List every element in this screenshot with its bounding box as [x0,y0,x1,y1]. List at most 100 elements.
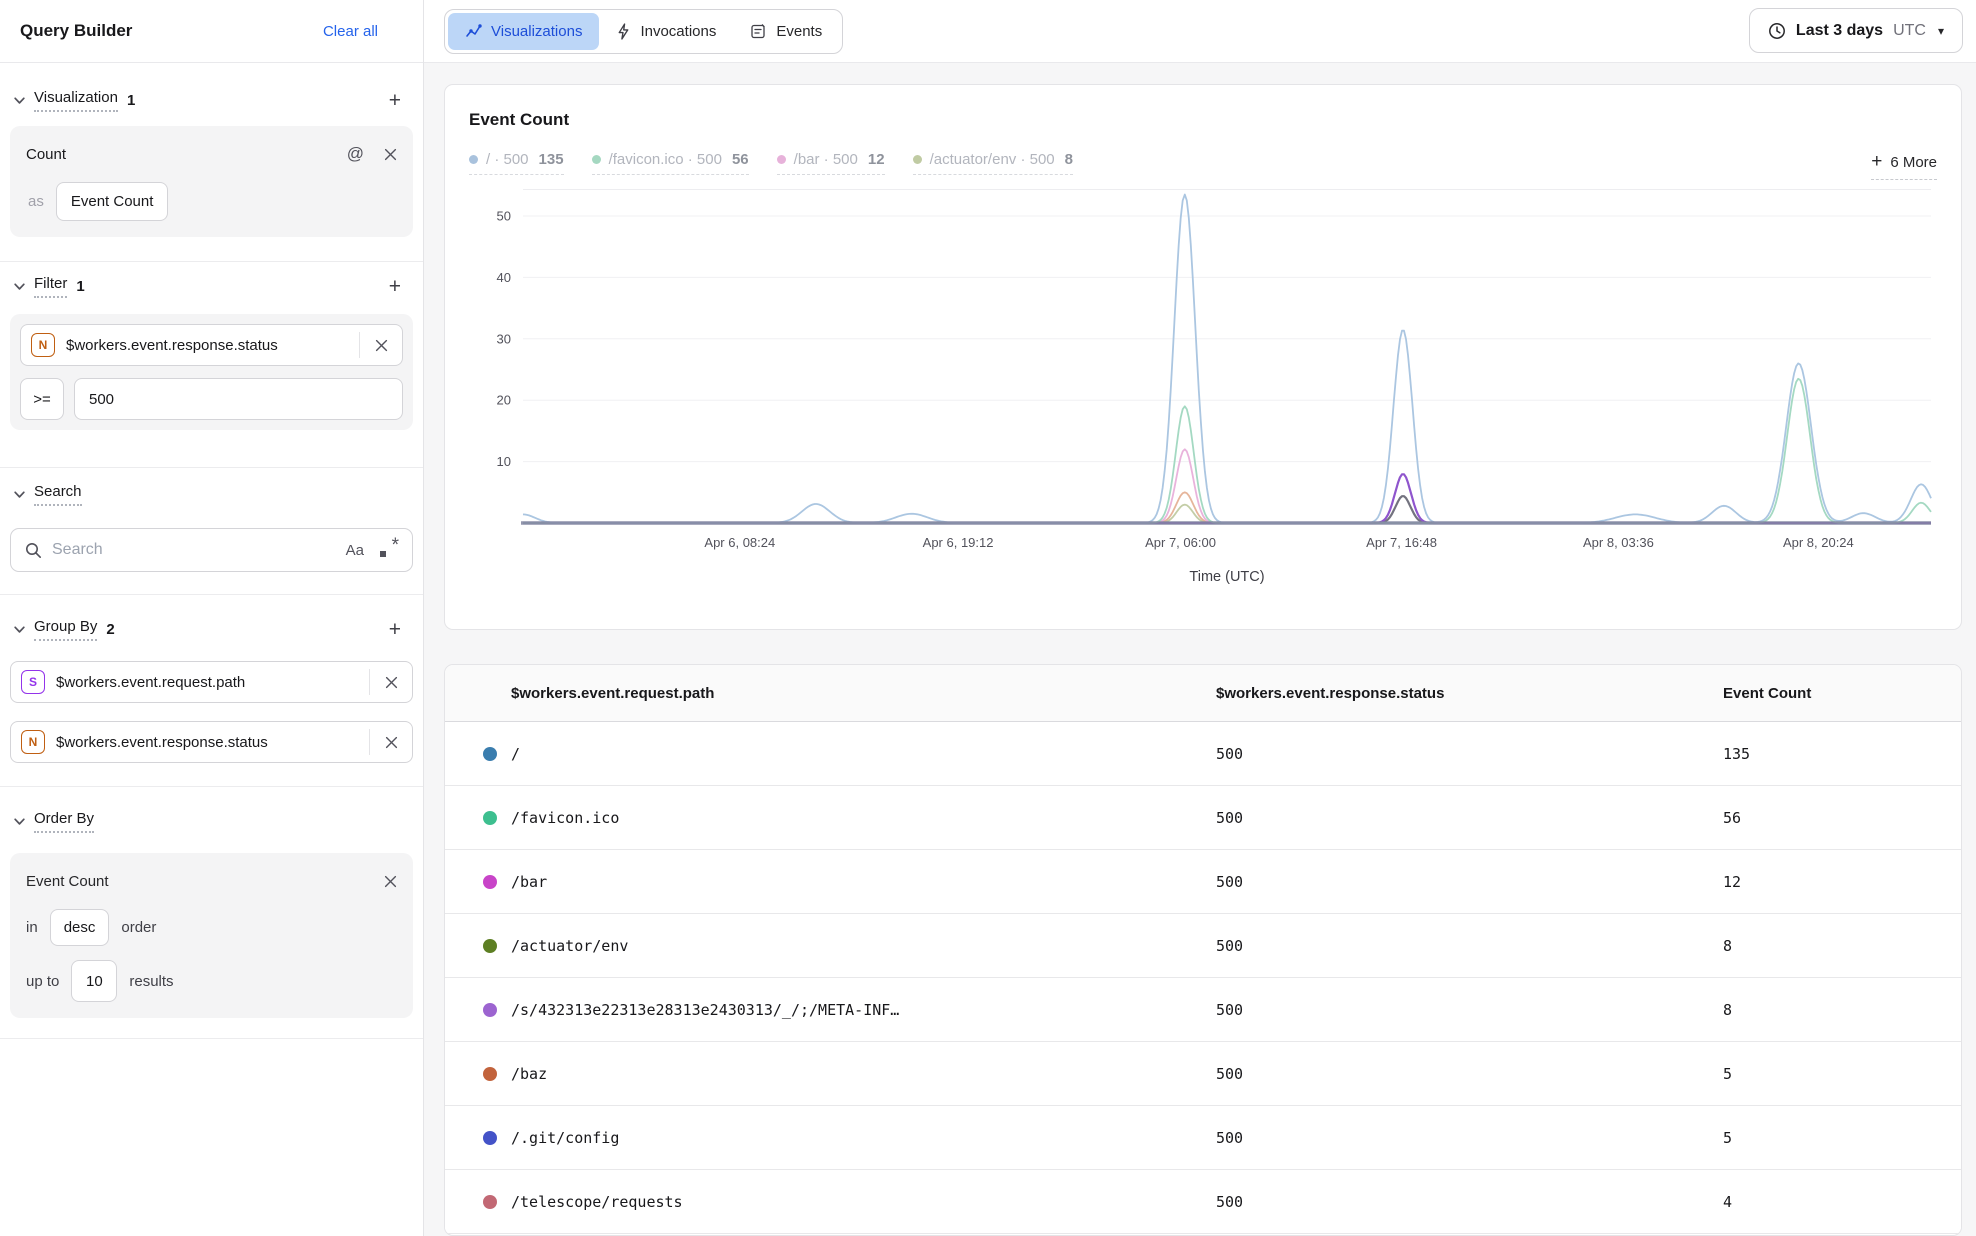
up-to-label: up to [26,973,59,990]
event-note-icon [750,23,767,40]
visualization-section-label[interactable]: Visualization [34,89,118,112]
chart-plot-area[interactable]: 1020304050Apr 6, 08:24Apr 6, 19:12Apr 7,… [469,189,1937,594]
sidebar-header: Query Builder Clear all [0,0,423,63]
chevron-down-icon[interactable] [12,487,26,501]
order-by-section-header: Order By [0,807,423,835]
search-section-label[interactable]: Search [34,483,82,506]
legend-label: / · 500 [486,151,529,168]
order-label: order [121,919,156,936]
visualization-count: 1 [127,92,135,109]
case-sensitive-icon[interactable]: Aa [346,542,364,559]
field-type-icon: N [21,730,45,754]
at-icon[interactable]: @ [347,144,364,164]
search-input[interactable] [52,541,346,559]
group-by-count: 2 [106,621,114,638]
chevron-down-icon[interactable] [12,814,26,828]
results-table-card: $workers.event.request.path $workers.eve… [444,664,1962,1236]
series-color-dot [592,155,601,164]
visualization-section-header: Visualization 1 + [0,86,423,114]
series-color-dot [483,747,497,761]
time-range-selector[interactable]: Last 3 days UTC ▾ [1749,8,1963,53]
table-row[interactable]: /telescope/requests 500 4 [445,1170,1961,1234]
legend-item[interactable]: /actuator/env · 500 8 [913,151,1073,175]
tab-visualizations[interactable]: Visualizations [448,13,599,50]
search-field: Aa * [10,528,413,572]
page-title: Query Builder [20,21,132,41]
search-section-header: Search [0,480,423,508]
visualization-card: Count @ as Event Count [10,126,413,237]
add-visualization-button[interactable]: + [389,90,401,111]
section-divider [0,786,423,787]
cell-request-path: /.git/config [511,1106,619,1170]
table-row[interactable]: / 500 135 [445,722,1961,786]
table-row[interactable]: /s/432313e22313e28313e2430313/_/;/META-I… [445,978,1961,1042]
filter-operator-select[interactable]: >= [20,378,64,420]
remove-group-by-icon[interactable] [370,722,412,762]
filter-card: N $workers.event.response.status >= [10,314,413,430]
series-color-dot [483,1003,497,1017]
query-builder-sidebar: Query Builder Clear all Visualization 1 … [0,0,424,1236]
legend-more-button[interactable]: + 6 More [1871,151,1937,180]
as-label: as [28,193,44,210]
legend-item[interactable]: / · 500 135 [469,151,564,175]
filter-field-row[interactable]: N $workers.event.response.status [20,324,403,366]
add-group-by-button[interactable]: + [389,619,401,640]
legend-item[interactable]: /favicon.ico · 500 56 [592,151,749,175]
order-direction-select[interactable]: desc [50,909,110,946]
table-row[interactable]: /actuator/env 500 8 [445,914,1961,978]
group-by-section-header: Group By 2 + [0,615,423,643]
clear-all-button[interactable]: Clear all [323,23,378,40]
limit-input[interactable]: 10 [71,960,117,1002]
table-row[interactable]: /bar 500 12 [445,850,1961,914]
cell-response-status: 500 [1216,1106,1243,1170]
cell-event-count: 4 [1723,1170,1732,1234]
filter-value-input[interactable] [74,378,403,420]
regex-icon[interactable]: * [380,541,398,559]
chevron-down-icon[interactable] [12,279,26,293]
group-by-field-row[interactable]: S $workers.event.request.path [10,661,413,703]
remove-visualization-icon[interactable] [384,148,397,161]
cell-request-path: / [511,722,520,786]
add-filter-button[interactable]: + [389,276,401,297]
cell-response-status: 500 [1216,722,1243,786]
cell-event-count: 56 [1723,786,1741,850]
remove-order-by-icon[interactable] [384,875,397,888]
group-by-section-label[interactable]: Group By [34,618,97,641]
remove-filter-icon[interactable] [360,325,402,365]
section-divider [0,467,423,468]
order-by-section-label[interactable]: Order By [34,810,94,833]
line-chart-icon [465,23,482,40]
number-type-icon: N [31,333,55,357]
legend-item[interactable]: /bar · 500 12 [777,151,885,175]
chevron-down-icon[interactable] [12,93,26,107]
table-row[interactable]: /favicon.ico 500 56 [445,786,1961,850]
caret-down-icon: ▾ [1938,24,1944,38]
table-row[interactable]: /baz 500 5 [445,1042,1961,1106]
cell-response-status: 500 [1216,850,1243,914]
event-count-chart: 1020304050Apr 6, 08:24Apr 6, 19:12Apr 7,… [469,189,1939,589]
section-divider [0,594,423,595]
table-row[interactable]: /.git/config 500 5 [445,1106,1961,1170]
cell-response-status: 500 [1216,914,1243,978]
svg-text:50: 50 [497,209,511,224]
filter-section-label[interactable]: Filter [34,275,67,298]
main-content: Event Count / · 500 135 /favicon.ico · 5… [424,63,1976,1236]
cell-response-status: 500 [1216,786,1243,850]
legend-label: /bar · 500 [794,151,858,168]
time-range-timezone: UTC [1893,22,1926,40]
remove-group-by-icon[interactable] [370,662,412,702]
cell-request-path: /baz [511,1042,547,1106]
visualization-alias-field[interactable]: Event Count [56,182,169,221]
chevron-down-icon[interactable] [12,622,26,636]
series-color-dot [483,811,497,825]
lightning-bolt-icon [616,23,631,40]
cell-event-count: 12 [1723,850,1741,914]
group-by-field-row[interactable]: N $workers.event.response.status [10,721,413,763]
cell-event-count: 8 [1723,978,1732,1042]
series-color-dot [483,875,497,889]
tab-invocations[interactable]: Invocations [599,13,733,50]
legend-label: /favicon.ico · 500 [609,151,722,168]
tab-events[interactable]: Events [733,13,839,50]
legend-label: /actuator/env · 500 [930,151,1055,168]
legend-value: 8 [1065,151,1073,168]
